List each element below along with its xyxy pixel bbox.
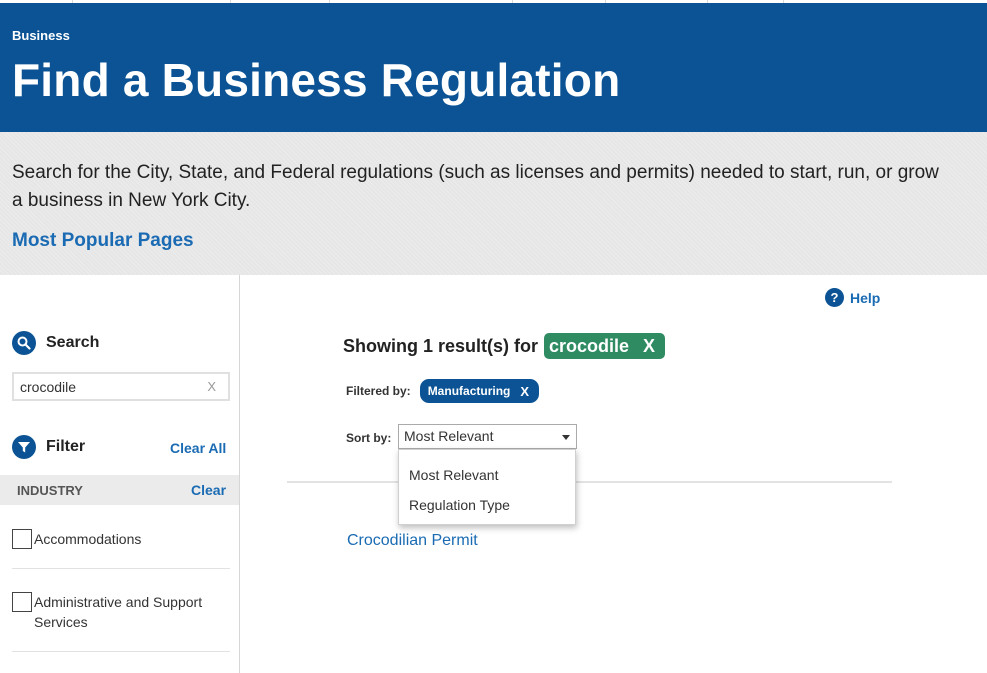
search-term-pill[interactable]: crocodile X [544,333,666,359]
divider [12,651,230,652]
filter-heading: Filter [12,435,85,459]
remove-search-term-button[interactable]: X [643,336,655,357]
search-term-text: crocodile [549,335,630,356]
active-filters: Filtered by: Manufacturing X [346,379,540,403]
sort-dropdown-menu: Most Relevant Regulation Type [398,449,576,525]
sort-by-label: Sort by: [346,431,392,445]
active-filter-text: Manufacturing [427,384,511,398]
search-icon [12,331,36,355]
clear-industry-link[interactable]: Clear [191,482,226,498]
active-filter-pill[interactable]: Manufacturing X [419,379,540,403]
filtered-by-label: Filtered by: [346,384,411,398]
page-header: Business Find a Business Regulation [0,3,987,132]
divider [12,568,230,569]
help-icon: ? [825,288,844,307]
search-label: Search [46,334,100,351]
sort-select[interactable]: Most Relevant [398,424,577,449]
results-summary: Showing 1 result(s) for crocodile X [343,333,666,359]
result-link[interactable]: Crocodilian Permit [347,532,478,550]
industry-option-label: Accommodations [34,531,142,547]
filter-icon [12,435,36,459]
filter-sidebar: Search X Filter Clear All INDUSTRY Clear… [0,275,240,673]
filter-label: Filter [46,438,86,455]
sort-selected-value: Most Relevant [404,428,494,444]
results-count-text: Showing 1 result(s) for [343,335,539,356]
checkbox[interactable] [12,592,32,612]
industry-option-administrative[interactable]: Administrative and Support Services [12,589,230,649]
intro-description: Search for the City, State, and Federal … [12,162,939,211]
clear-all-filters-link[interactable]: Clear All [170,440,226,456]
industry-option-label: Administrative and Support Services [34,594,203,630]
help-link[interactable]: ? Help [825,288,880,307]
industry-facet-header: INDUSTRY Clear [0,475,239,505]
sort-option-most-relevant[interactable]: Most Relevant [409,467,498,483]
section-eyebrow[interactable]: Business [12,28,70,43]
chevron-down-icon [562,435,570,440]
page-title: Find a Business Regulation [12,54,621,106]
industry-label: INDUSTRY [17,483,83,498]
search-clear-button[interactable]: X [207,379,216,394]
intro-banner: Search for the City, State, and Federal … [0,132,987,275]
industry-option-accommodations[interactable]: Accommodations [12,526,230,568]
results-divider [287,481,892,483]
checkbox[interactable] [12,529,32,549]
most-popular-pages-link[interactable]: Most Popular Pages [12,230,194,252]
remove-filter-button[interactable]: X [520,384,529,399]
search-input[interactable] [14,374,194,399]
search-heading: Search [12,331,99,355]
help-label: Help [850,289,881,306]
sort-option-regulation-type[interactable]: Regulation Type [409,497,510,513]
search-box: X [12,372,230,401]
